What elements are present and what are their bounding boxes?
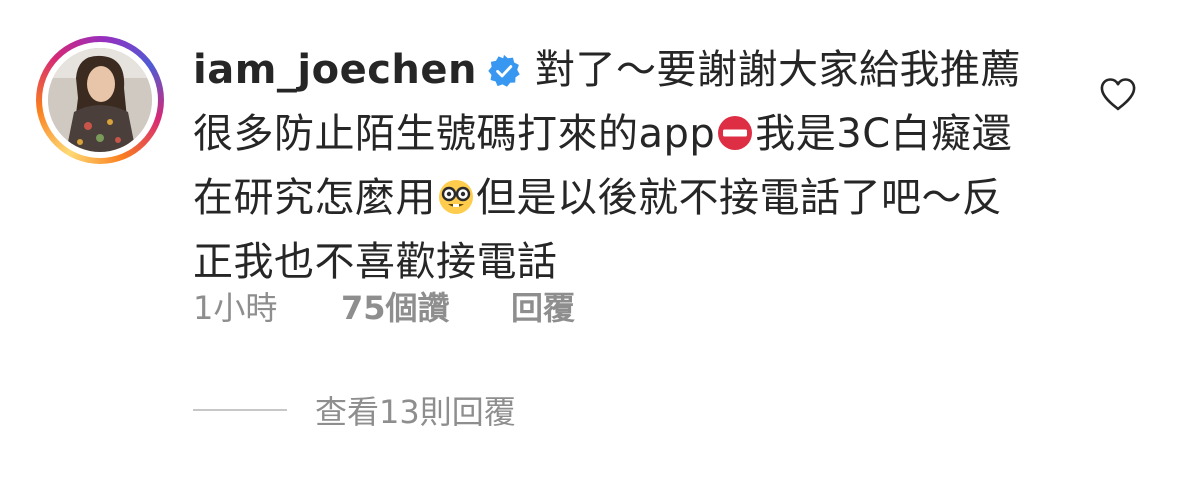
view-replies-divider — [193, 409, 287, 411]
avatar[interactable] — [48, 48, 152, 152]
comment-meta: 1小時 75個讚 回覆 — [193, 288, 575, 328]
likes-count-link[interactable]: 75個讚 — [341, 288, 511, 328]
avatar-photo-icon — [48, 48, 152, 152]
avatar-ring-gap — [42, 42, 158, 158]
view-replies-button[interactable]: 查看13則回覆 — [193, 388, 516, 432]
verified-badge-icon — [488, 54, 520, 87]
comment-body: iam_joechen 對了～要謝謝大家給我推薦很多防止陌生號碼打來的app 我… — [193, 38, 1033, 294]
username-link[interactable]: iam_joechen — [193, 47, 477, 93]
comment: iam_joechen 對了～要謝謝大家給我推薦很多防止陌生號碼打來的app 我… — [0, 0, 1200, 480]
no-entry-emoji — [718, 116, 753, 150]
avatar-story-ring[interactable] — [36, 36, 164, 164]
heart-outline-icon[interactable] — [1099, 76, 1137, 112]
reply-button[interactable]: 回覆 — [511, 288, 575, 328]
timestamp: 1小時 — [193, 289, 278, 327]
view-replies-label: 查看13則回覆 — [315, 393, 516, 431]
nerd-face-emoji — [439, 180, 473, 214]
